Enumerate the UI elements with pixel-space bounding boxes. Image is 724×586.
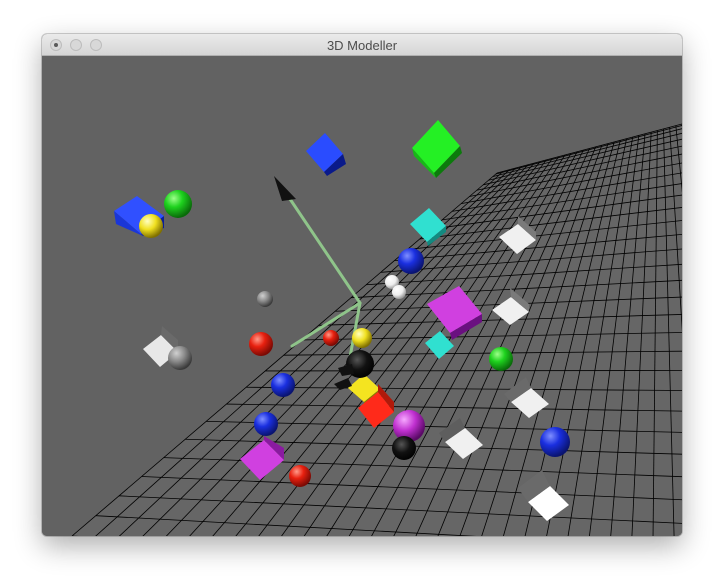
blue-sphere-mid: [271, 373, 295, 397]
blue-cube-top[interactable]: [306, 133, 346, 176]
blue-sphere-low: [254, 412, 278, 436]
yellow-sphere-center: [352, 328, 372, 348]
3d-viewport[interactable]: [42, 56, 682, 536]
green-cube[interactable]: [412, 120, 462, 178]
title-bar[interactable]: 3D Modeller: [42, 34, 682, 56]
red-sphere-bottom: [289, 465, 311, 487]
yellow-sphere-left: [139, 214, 163, 238]
red-sphere-small: [323, 330, 339, 346]
gray-sphere: [257, 291, 273, 307]
scene-canvas[interactable]: [42, 56, 682, 536]
red-sphere-left: [249, 332, 273, 356]
blue-sphere-right: [540, 427, 570, 457]
green-sphere-right: [489, 347, 513, 371]
black-sphere-a: [392, 436, 416, 460]
white-sphere-b: [392, 285, 406, 299]
app-window: 3D Modeller: [42, 34, 682, 536]
gray-sphere-left: [168, 346, 192, 370]
blue-sphere-top: [398, 248, 424, 274]
window-title: 3D Modeller: [326, 38, 398, 53]
green-sphere-top: [164, 190, 192, 218]
